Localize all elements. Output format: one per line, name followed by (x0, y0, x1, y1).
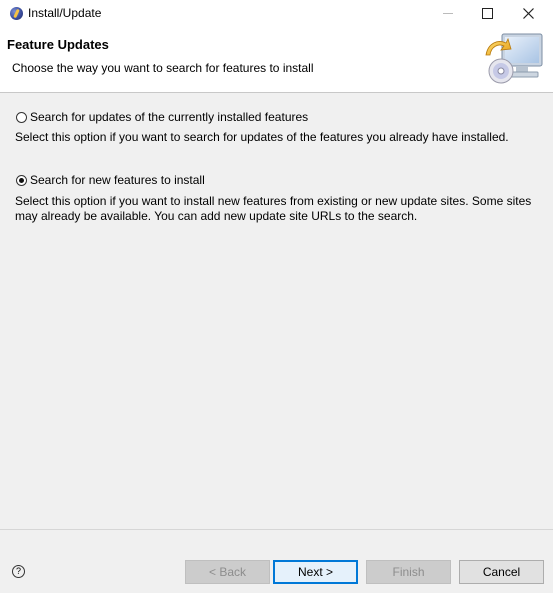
window-title: Install/Update (28, 6, 102, 20)
title-bar: Install/Update (0, 0, 553, 27)
close-icon (523, 8, 534, 19)
wizard-header: Feature Updates Choose the way you want … (0, 27, 553, 93)
app-icon (10, 7, 23, 20)
option-label: Search for updates of the currently inst… (30, 110, 309, 124)
radio-button-selected[interactable] (16, 174, 27, 186)
option-label: Search for new features to install (30, 173, 205, 187)
back-button[interactable]: < Back (185, 560, 270, 584)
option-description: Select this option if you want to instal… (15, 194, 532, 223)
maximize-button[interactable] (468, 0, 508, 27)
page-description: Choose the way you want to search for fe… (12, 61, 314, 75)
option-description: Select this option if you want to search… (15, 130, 509, 144)
option-search-updates[interactable]: Search for updates of the currently inst… (16, 110, 308, 124)
minimize-button[interactable] (428, 0, 468, 27)
radio-button[interactable] (16, 111, 27, 123)
wizard-content: Search for updates of the currently inst… (0, 93, 553, 529)
help-icon[interactable]: ? (12, 565, 25, 578)
footer-divider (0, 529, 553, 530)
page-title: Feature Updates (7, 37, 109, 52)
cancel-button[interactable]: Cancel (459, 560, 544, 584)
install-banner-icon (485, 33, 543, 84)
close-button[interactable] (509, 0, 549, 27)
option-search-new-features[interactable]: Search for new features to install (16, 173, 205, 187)
next-button[interactable]: Next > (273, 560, 358, 584)
finish-button[interactable]: Finish (366, 560, 451, 584)
